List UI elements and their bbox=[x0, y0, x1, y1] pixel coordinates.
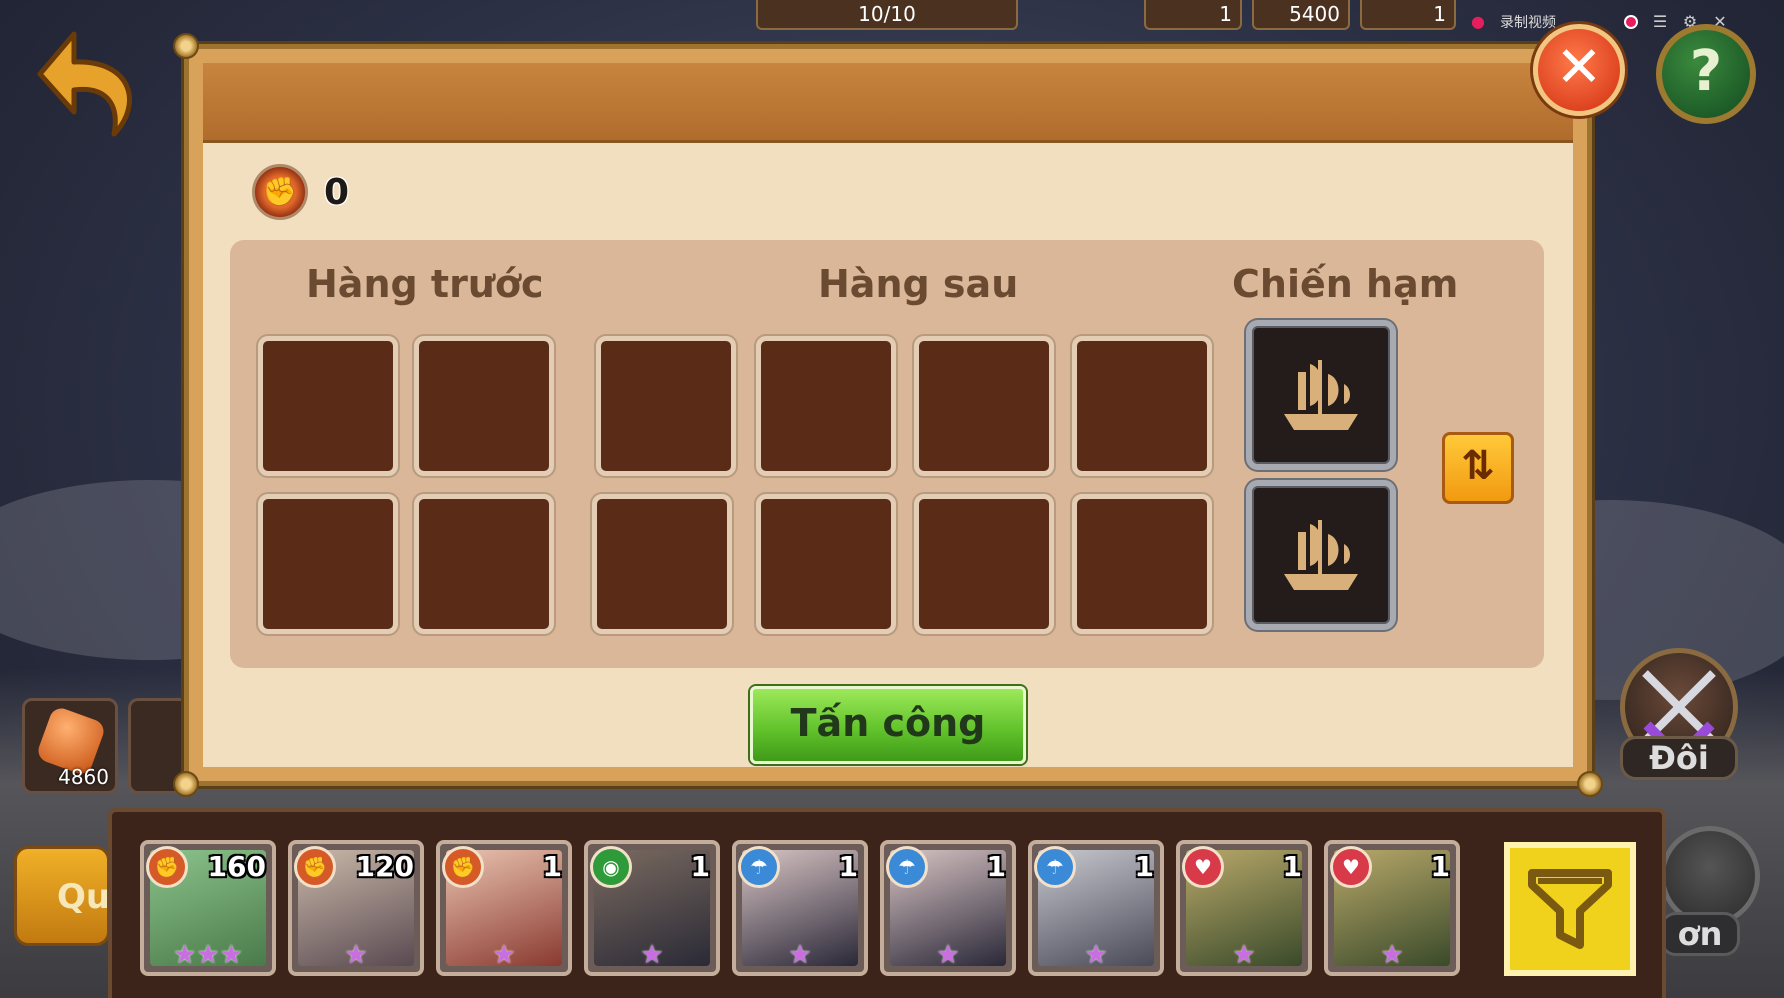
ship-icon bbox=[1284, 520, 1358, 590]
water-type-icon: ☂ bbox=[886, 846, 928, 888]
back-slot[interactable] bbox=[1072, 494, 1212, 634]
left-side-button-label: Quả bbox=[57, 877, 110, 917]
warship-slot[interactable] bbox=[1246, 320, 1396, 470]
hero-stars: ★ bbox=[1232, 940, 1256, 970]
hero-card[interactable]: ✊ 160 ★★★ bbox=[140, 840, 276, 976]
back-slot[interactable] bbox=[914, 494, 1054, 634]
front-row-title: Hàng trước bbox=[306, 262, 544, 306]
hero-level: 1 bbox=[690, 850, 710, 883]
ship-icon bbox=[1284, 360, 1358, 430]
filter-button[interactable] bbox=[1504, 842, 1636, 976]
back-arrow-icon bbox=[37, 31, 132, 137]
hero-stars: ★ bbox=[936, 940, 960, 970]
water-type-icon: ☂ bbox=[738, 846, 780, 888]
back-slot[interactable] bbox=[914, 336, 1054, 476]
gem-count: 4860 bbox=[58, 765, 109, 789]
corner-rivet bbox=[173, 771, 199, 797]
front-slot[interactable] bbox=[258, 494, 398, 634]
back-slot[interactable] bbox=[596, 336, 736, 476]
hero-level: 1 bbox=[986, 850, 1006, 883]
front-slot[interactable] bbox=[258, 336, 398, 476]
filter-icon bbox=[1528, 869, 1612, 949]
front-slot[interactable] bbox=[414, 494, 554, 634]
water-type-icon: ☂ bbox=[1034, 846, 1076, 888]
hero-card[interactable]: ✊ 120 ★ bbox=[288, 840, 424, 976]
hero-stars: ★ bbox=[1084, 940, 1108, 970]
sword-icon bbox=[1660, 826, 1760, 926]
warship-slot[interactable] bbox=[1246, 480, 1396, 630]
hero-stars: ★ bbox=[640, 940, 664, 970]
hero-stars: ★ bbox=[492, 940, 516, 970]
hero-level: 1 bbox=[838, 850, 858, 883]
corner-rivet bbox=[173, 33, 199, 59]
close-x-icon: ✕ bbox=[1555, 35, 1603, 100]
warship-title: Chiến hạm bbox=[1232, 262, 1459, 306]
hero-level: 120 bbox=[355, 850, 414, 883]
top-counter-text: 10/10 bbox=[858, 2, 916, 26]
back-slot[interactable] bbox=[756, 336, 896, 476]
resource-box-1[interactable]: 1 bbox=[1144, 0, 1242, 30]
strength-type-icon: ✊ bbox=[294, 846, 336, 888]
hero-level: 1 bbox=[542, 850, 562, 883]
hero-level: 1 bbox=[1430, 850, 1450, 883]
help-button[interactable]: ? bbox=[1656, 24, 1756, 124]
camera-icon: ● bbox=[1471, 12, 1485, 31]
front-slot[interactable] bbox=[414, 336, 554, 476]
attack-label: Tấn công bbox=[790, 701, 986, 745]
help-icon: ? bbox=[1689, 39, 1723, 104]
hero-level: 160 bbox=[207, 850, 266, 883]
modal-header bbox=[203, 63, 1573, 143]
back-row-title: Hàng sau bbox=[818, 262, 1019, 306]
resource-box-3[interactable]: 1 bbox=[1360, 0, 1456, 30]
hero-stars: ★★★ bbox=[173, 940, 243, 970]
fist-icon: ✊ bbox=[252, 164, 308, 220]
hero-card[interactable]: ☂ 1 ★ bbox=[880, 840, 1016, 976]
eye-type-icon: ◉ bbox=[590, 846, 632, 888]
hero-card[interactable]: ☂ 1 ★ bbox=[732, 840, 868, 976]
hero-card[interactable]: ☂ 1 ★ bbox=[1028, 840, 1164, 976]
resource-count: 1 bbox=[1433, 2, 1446, 26]
heart-type-icon: ♥ bbox=[1330, 846, 1372, 888]
hero-stars: ★ bbox=[788, 940, 812, 970]
corner-rivet bbox=[1577, 771, 1603, 797]
strength-type-icon: ✊ bbox=[442, 846, 484, 888]
gem-item[interactable]: 4860 bbox=[22, 698, 118, 794]
swap-icon: ⇅ bbox=[1461, 443, 1495, 489]
hero-card[interactable]: ♥ 1 ★ bbox=[1176, 840, 1312, 976]
back-slot[interactable] bbox=[592, 494, 732, 634]
back-slot[interactable] bbox=[756, 494, 896, 634]
list-icon[interactable]: ☰ bbox=[1652, 14, 1668, 30]
back-slot[interactable] bbox=[1072, 336, 1212, 476]
heart-type-icon: ♥ bbox=[1182, 846, 1224, 888]
close-button[interactable]: ✕ bbox=[1533, 24, 1625, 116]
hero-level: 1 bbox=[1134, 850, 1154, 883]
swap-button[interactable]: ⇅ bbox=[1442, 432, 1514, 504]
hero-stars: ★ bbox=[1380, 940, 1404, 970]
duel-label: Đôi bbox=[1620, 736, 1738, 780]
hero-card[interactable]: ✊ 1 ★ bbox=[436, 840, 572, 976]
attack-button[interactable]: Tấn công bbox=[750, 686, 1026, 764]
resource-box-2[interactable]: 5400 bbox=[1252, 0, 1350, 30]
hero-card[interactable]: ♥ 1 ★ bbox=[1324, 840, 1460, 976]
record-button[interactable] bbox=[1624, 15, 1638, 29]
resource-count: 5400 bbox=[1289, 2, 1340, 26]
power-value: 0 bbox=[324, 171, 350, 213]
left-side-button[interactable]: Quả bbox=[14, 846, 110, 946]
back-button[interactable] bbox=[34, 26, 144, 146]
second-duel-button[interactable]: ơn bbox=[1660, 826, 1760, 966]
top-counter: 10/10 bbox=[756, 0, 1018, 30]
hero-card[interactable]: ◉ 1 ★ bbox=[584, 840, 720, 976]
hero-level: 1 bbox=[1282, 850, 1302, 883]
duel-button[interactable]: Đôi bbox=[1620, 648, 1740, 788]
second-duel-label: ơn bbox=[1660, 912, 1740, 956]
power-display: ✊ 0 bbox=[252, 164, 349, 220]
hero-stars: ★ bbox=[344, 940, 368, 970]
resource-count: 1 bbox=[1219, 2, 1232, 26]
strength-type-icon: ✊ bbox=[146, 846, 188, 888]
